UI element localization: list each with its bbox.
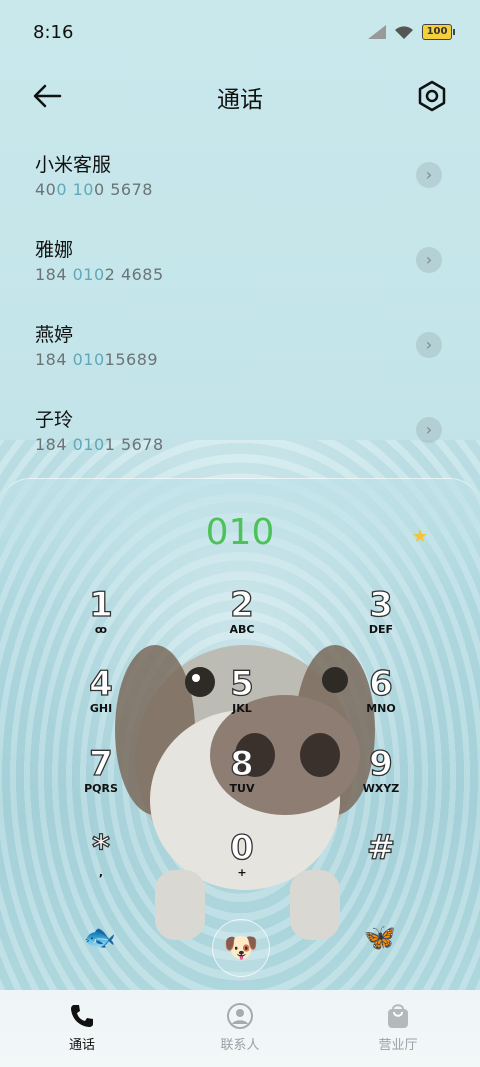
star-icon[interactable]: ★ (412, 526, 428, 547)
contact-name: 燕婷 (35, 324, 74, 346)
tab-service-hall[interactable]: 营业厅 (338, 990, 458, 1067)
contact-number: 184 01015689 (35, 350, 159, 369)
contact-number: 184 0101 5678 (35, 435, 164, 454)
key-3[interactable]: 3 DEF (341, 584, 421, 655)
contact-row[interactable]: 燕婷 184 01015689 › (0, 310, 480, 395)
dog-face-icon: 🐶 (223, 931, 259, 964)
contact-name: 小米客服 (35, 154, 112, 176)
contact-icon (227, 1003, 253, 1029)
contact-suggestion-list: 小米客服 400 100 5678 › 雅娜 184 0102 4685 › 燕… (0, 140, 480, 480)
contact-row[interactable]: 小米客服 400 100 5678 › (0, 140, 480, 225)
fish-icon[interactable]: 🐟 (82, 920, 118, 956)
key-2[interactable]: 2 ABC (202, 584, 282, 655)
key-hash[interactable]: # (341, 827, 421, 898)
butterfly-icon[interactable]: 🦋 (362, 920, 398, 956)
battery-icon: 100 (422, 24, 455, 40)
status-bar: 8:16 100 (0, 0, 480, 68)
status-icons: 100 (368, 24, 455, 40)
tab-contacts[interactable]: 联系人 (180, 990, 300, 1067)
voicemail-icon: ꝏ (94, 623, 108, 636)
status-time: 8:16 (33, 22, 74, 43)
call-button[interactable]: 🐶 (212, 919, 270, 977)
contact-row[interactable]: 子玲 184 0101 5678 › (0, 395, 480, 480)
chevron-right-icon[interactable]: › (416, 162, 442, 188)
header: 通话 (0, 70, 480, 120)
contact-name: 子玲 (35, 409, 74, 431)
bag-icon (388, 1004, 408, 1028)
key-1[interactable]: 1ꝏ (61, 584, 141, 655)
chevron-right-icon[interactable]: › (416, 417, 442, 443)
tab-calls[interactable]: 通话 (22, 990, 142, 1067)
key-9[interactable]: 9 WXYZ (341, 743, 421, 814)
key-8[interactable]: 8 TUV (202, 743, 282, 814)
key-star[interactable]: *, (61, 827, 141, 898)
signal-icon (368, 25, 386, 39)
chevron-right-icon[interactable]: › (416, 332, 442, 358)
bottom-tab-bar: 通话 联系人 营业厅 (0, 990, 480, 1067)
key-7[interactable]: 7 PQRS (61, 743, 141, 814)
tab-label: 通话 (68, 1038, 95, 1053)
tab-label: 营业厅 (378, 1038, 418, 1053)
contact-number: 400 100 5678 (35, 180, 153, 199)
chevron-right-icon[interactable]: › (416, 247, 442, 273)
dialed-number: 010 (205, 512, 275, 553)
settings-gear-icon[interactable] (414, 78, 450, 114)
contact-number: 184 0102 4685 (35, 265, 164, 284)
key-4[interactable]: 4 GHI (61, 663, 141, 734)
tab-label: 联系人 (220, 1038, 260, 1053)
wifi-icon (395, 25, 413, 39)
contact-row[interactable]: 雅娜 184 0102 4685 › (0, 225, 480, 310)
key-0[interactable]: 0 + (202, 827, 282, 898)
page-title: 通话 (217, 87, 263, 113)
key-6[interactable]: 6 MNO (341, 663, 421, 734)
phone-icon (71, 1005, 93, 1027)
key-5[interactable]: 5 JKL (202, 663, 282, 734)
contact-name: 雅娜 (35, 239, 74, 261)
